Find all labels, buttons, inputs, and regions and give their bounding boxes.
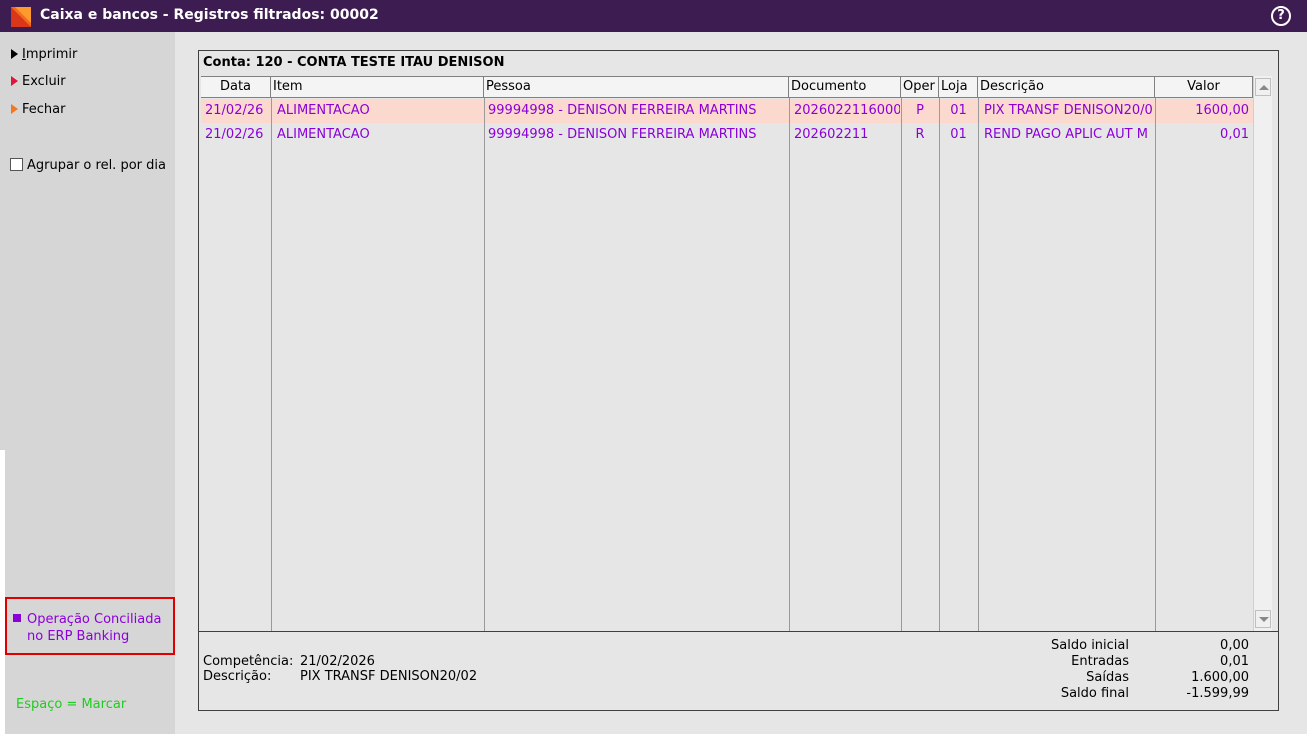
competencia-value: 21/02/2026 — [300, 654, 375, 669]
legend-line2: no ERP Banking — [27, 629, 130, 644]
cell-loja: 01 — [950, 103, 967, 118]
cell-item: ALIMENTACAO — [277, 127, 370, 142]
table-row[interactable]: 21/02/26 ALIMENTACAO 99994998 - DENISON … — [201, 123, 1253, 147]
saidas-value: 1.600,00 — [1191, 670, 1249, 685]
print-label-rest: mprimir — [25, 47, 78, 62]
close-label: Fechar — [22, 102, 66, 117]
cell-descricao: REND PAGO APLIC AUT M — [984, 127, 1148, 142]
window-title: Caixa e bancos - Registros filtrados: 00… — [40, 7, 379, 23]
arrow-down-icon — [1259, 617, 1269, 622]
cell-oper: R — [915, 127, 925, 142]
arrow-up-icon — [1259, 85, 1269, 90]
column-header-documento[interactable]: Documento — [789, 77, 901, 98]
main-area: Conta: 120 - CONTA TESTE ITAU DENISON Da… — [175, 32, 1307, 734]
account-title: Conta: 120 - CONTA TESTE ITAU DENISON — [203, 55, 505, 70]
print-menu-item[interactable]: Imprimir — [11, 47, 77, 67]
saidas-label: Saídas — [1086, 670, 1129, 685]
group-by-day-label: Agrupar o rel. por dia — [27, 158, 166, 173]
column-header-item[interactable]: Item — [271, 77, 484, 98]
close-menu-item[interactable]: Fechar — [11, 102, 65, 122]
table-row[interactable]: 21/02/26 ALIMENTACAO 99994998 - DENISON … — [201, 99, 1253, 123]
scroll-down-button[interactable] — [1255, 610, 1271, 628]
transactions-grid[interactable]: Data Item Pessoa Documento Oper Loja Des… — [201, 76, 1253, 632]
vertical-scrollbar[interactable] — [1253, 76, 1272, 631]
column-header-pessoa[interactable]: Pessoa — [484, 77, 789, 98]
entradas-label: Entradas — [1071, 654, 1129, 669]
cell-data: 21/02/26 — [205, 127, 264, 142]
legend-line1: Operação Conciliada — [27, 612, 162, 627]
cell-pessoa: 99994998 - DENISON FERREIRA MARTINS — [488, 127, 757, 142]
cell-descricao: PIX TRANSF DENISON20/0 — [984, 103, 1153, 118]
reconciled-legend: Operação Conciliada no ERP Banking — [5, 597, 175, 655]
column-divider — [939, 98, 940, 632]
space-mark-hint: Espaço = Marcar — [16, 697, 127, 712]
title-bar: Caixa e bancos - Registros filtrados: 00… — [0, 0, 1307, 32]
column-divider — [789, 98, 790, 632]
cell-loja: 01 — [950, 127, 967, 142]
column-divider — [978, 98, 979, 632]
column-divider — [484, 98, 485, 632]
column-header-oper[interactable]: Oper — [901, 77, 939, 98]
column-header-data[interactable]: Data — [201, 77, 271, 98]
descricao-value: PIX TRANSF DENISON20/02 — [300, 669, 478, 684]
scroll-up-button[interactable] — [1255, 78, 1271, 96]
purple-square-icon — [13, 614, 21, 622]
delete-menu-item[interactable]: Excluir — [11, 74, 66, 94]
play-arrow-red-icon — [11, 76, 18, 86]
cell-valor: 1600,00 — [1195, 103, 1249, 118]
play-arrow-orange-icon — [11, 104, 18, 114]
group-by-day-checkbox[interactable] — [10, 158, 23, 171]
column-divider — [901, 98, 902, 632]
column-header-descricao[interactable]: Descrição — [978, 77, 1155, 98]
saldo-final-value: -1.599,99 — [1186, 686, 1249, 701]
cell-oper: P — [916, 103, 924, 118]
column-divider — [1155, 98, 1156, 632]
cell-item: ALIMENTACAO — [277, 103, 370, 118]
cell-documento: 202602211 — [794, 127, 869, 142]
column-divider — [271, 98, 272, 632]
entradas-value: 0,01 — [1220, 654, 1249, 669]
column-header-loja[interactable]: Loja — [939, 77, 978, 98]
descricao-label: Descrição: — [203, 669, 272, 684]
competencia-label: Competência: — [203, 654, 294, 669]
saldo-final-label: Saldo final — [1060, 686, 1129, 701]
column-header-valor[interactable]: Valor — [1155, 77, 1253, 98]
cell-documento: 20260221160000 — [794, 103, 900, 118]
details-footer: Competência: 21/02/2026 Descrição: PIX T… — [199, 631, 1278, 711]
delete-label: Excluir — [22, 74, 66, 89]
sidebar: Imprimir Excluir Fechar Agrupar o rel. p… — [5, 32, 175, 734]
cell-valor: 0,01 — [1220, 127, 1249, 142]
account-panel: Conta: 120 - CONTA TESTE ITAU DENISON Da… — [198, 50, 1279, 711]
play-arrow-black-icon — [11, 49, 18, 59]
help-icon[interactable]: ? — [1271, 6, 1291, 26]
saldo-inicial-label: Saldo inicial — [1051, 638, 1129, 653]
app-logo-icon — [11, 7, 31, 27]
group-by-day-checkbox-row[interactable]: Agrupar o rel. por dia — [10, 158, 166, 173]
saldo-inicial-value: 0,00 — [1220, 638, 1249, 653]
cell-pessoa: 99994998 - DENISON FERREIRA MARTINS — [488, 103, 757, 118]
cell-data: 21/02/26 — [205, 103, 264, 118]
